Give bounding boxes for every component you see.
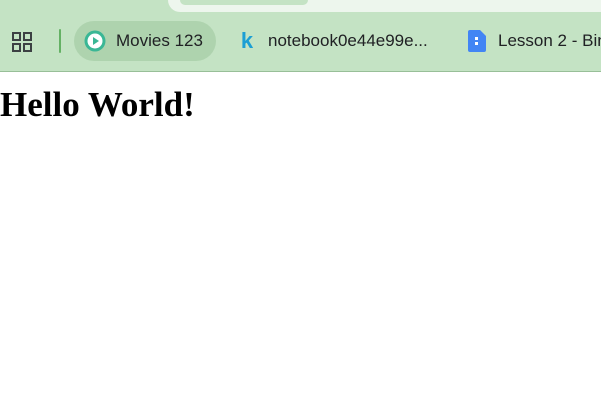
bookmark-movies-123[interactable]: Movies 123 [74, 21, 216, 61]
bookmark-label: Lesson 2 - Bin [498, 31, 601, 50]
google-docs-icon [466, 30, 488, 52]
bookmark-label: notebook0e44e99e... [268, 31, 428, 50]
tab-edge [180, 0, 308, 5]
apps-grid-icon[interactable] [10, 30, 34, 54]
bookmarks-divider [59, 29, 61, 53]
kaggle-k-icon: k [240, 28, 254, 53]
page-heading: Hello World! [0, 85, 195, 124]
bookmark-lesson-2[interactable]: Lesson 2 - Bin [456, 21, 601, 61]
bookmarks-bar: Movies 123 k notebook0e44e99e... Lesson … [0, 12, 601, 72]
play-circle-icon [84, 30, 106, 52]
page-content: Hello World! [0, 73, 601, 401]
bookmark-notebook[interactable]: k notebook0e44e99e... [226, 21, 438, 61]
bookmark-label: Movies 123 [116, 31, 203, 50]
